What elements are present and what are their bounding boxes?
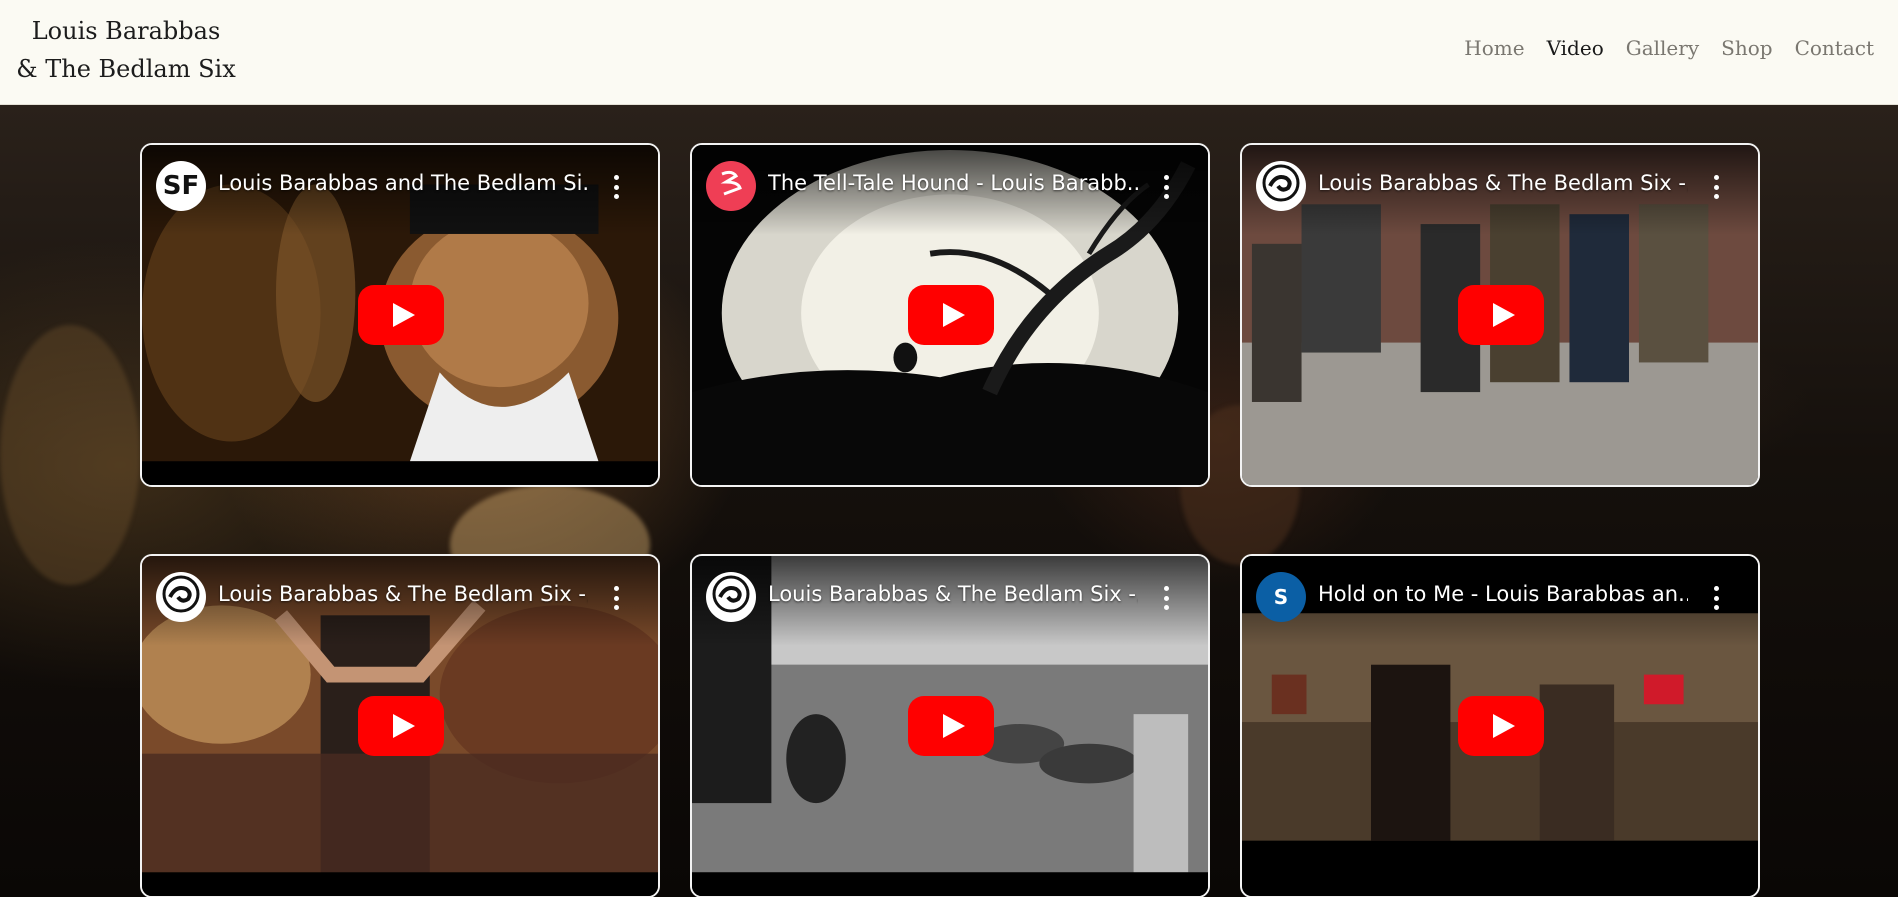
red-swirl-logo-icon[interactable]	[706, 161, 756, 211]
nav-item-gallery[interactable]: Gallery	[1626, 36, 1699, 60]
nav-item-home[interactable]: Home	[1464, 36, 1524, 60]
more-options-icon[interactable]	[612, 175, 620, 199]
wave-logo-icon[interactable]	[1256, 161, 1306, 211]
video-embed-2[interactable]: The Tell-Tale Hound - Louis Barabb...	[690, 143, 1210, 487]
nav-item-video[interactable]: Video	[1547, 36, 1604, 60]
logo-line-2[interactable]: & The Bedlam Six	[16, 50, 236, 88]
play-icon	[942, 303, 965, 327]
youtube-play-button[interactable]	[1458, 696, 1544, 756]
wave-logo-icon[interactable]	[156, 572, 206, 622]
video-embed-3[interactable]: Louis Barabbas & The Bedlam Six -...	[1240, 143, 1760, 487]
main-nav: Home Video Gallery Shop Contact	[1464, 36, 1874, 60]
sf-logo-icon[interactable]: SF	[156, 161, 206, 211]
play-icon	[1492, 714, 1515, 738]
video-embed-6[interactable]: S Hold on to Me - Louis Barabbas an...	[1240, 554, 1760, 897]
more-options-icon[interactable]	[1162, 586, 1170, 610]
nav-item-contact[interactable]: Contact	[1795, 36, 1874, 60]
wave-logo-icon-glyph	[712, 575, 750, 619]
more-options-icon[interactable]	[612, 586, 620, 610]
wave-logo-icon[interactable]	[706, 572, 756, 622]
youtube-play-button[interactable]	[908, 696, 994, 756]
video-embed-5[interactable]: Louis Barabbas & The Bedlam Six -...	[690, 554, 1210, 897]
video-title-1[interactable]: Louis Barabbas and The Bedlam Si...	[218, 171, 588, 195]
youtube-play-button[interactable]	[358, 696, 444, 756]
play-icon	[1492, 303, 1515, 327]
s-letter-avatar-icon[interactable]: S	[1256, 572, 1306, 622]
red-swirl-logo-icon-glyph	[714, 166, 748, 206]
more-options-icon[interactable]	[1712, 586, 1720, 610]
play-icon	[942, 714, 965, 738]
youtube-play-button[interactable]	[358, 285, 444, 345]
video-title-4[interactable]: Louis Barabbas & The Bedlam Six -...	[218, 582, 588, 606]
video-embed-4[interactable]: Louis Barabbas & The Bedlam Six -...	[140, 554, 660, 897]
video-title-6[interactable]: Hold on to Me - Louis Barabbas an...	[1318, 582, 1688, 606]
youtube-play-button[interactable]	[908, 285, 994, 345]
more-options-icon[interactable]	[1162, 175, 1170, 199]
play-icon	[392, 714, 415, 738]
more-options-icon[interactable]	[1712, 175, 1720, 199]
wave-logo-icon-glyph	[1262, 164, 1300, 208]
video-embed-1[interactable]: SF Louis Barabbas and The Bedlam Si...	[140, 143, 660, 487]
video-title-3[interactable]: Louis Barabbas & The Bedlam Six -...	[1318, 171, 1688, 195]
play-icon	[392, 303, 415, 327]
nav-item-shop[interactable]: Shop	[1721, 36, 1772, 60]
logo-line-1[interactable]: Louis Barabbas	[16, 12, 236, 50]
site-logo[interactable]: Louis Barabbas & The Bedlam Six	[16, 12, 236, 88]
video-title-2[interactable]: The Tell-Tale Hound - Louis Barabb...	[768, 171, 1138, 195]
youtube-play-button[interactable]	[1458, 285, 1544, 345]
video-title-5[interactable]: Louis Barabbas & The Bedlam Six -...	[768, 582, 1138, 606]
site-header: Louis Barabbas & The Bedlam Six Home Vid…	[0, 0, 1898, 105]
wave-logo-icon-glyph	[162, 575, 200, 619]
